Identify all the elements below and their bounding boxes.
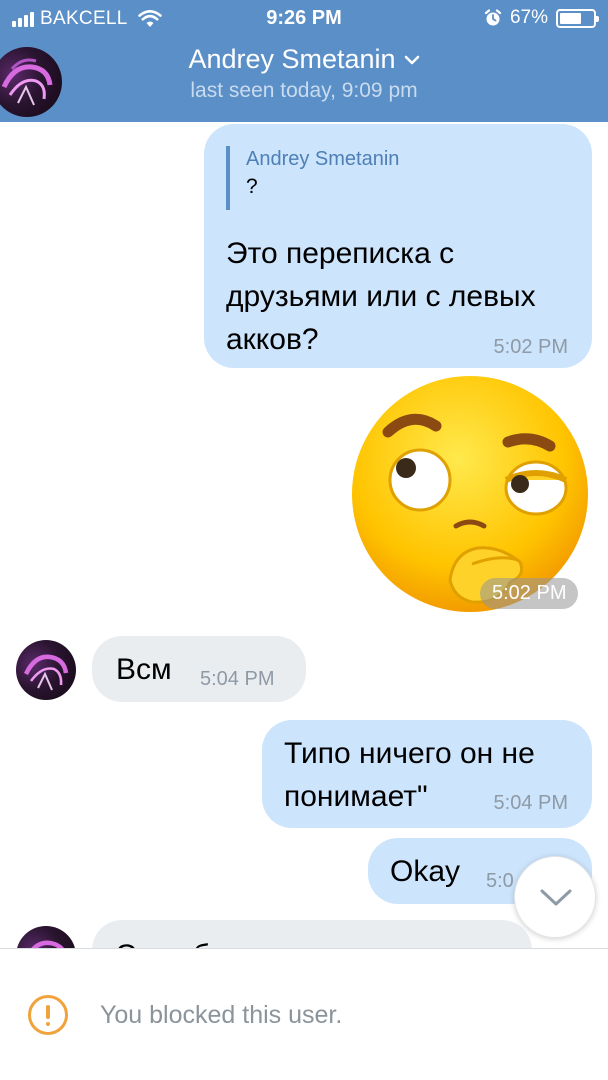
alarm-icon — [484, 9, 502, 26]
chevron-down-icon — [540, 889, 572, 906]
message-bubble-outgoing[interactable]: Andrey Smetanin ? Это переписка с друзья… — [204, 124, 592, 368]
message-time: 5:0 — [486, 870, 514, 892]
reply-author: Andrey Smetanin — [246, 148, 400, 170]
message-bubble-incoming[interactable]: Это обычные люди — [92, 920, 532, 948]
contact-name-row[interactable]: Andrey Smetanin — [188, 44, 419, 75]
message-line: акков? — [226, 323, 319, 356]
message-line: Это переписка с — [226, 237, 455, 270]
avatar-art — [23, 654, 69, 691]
message-text: Это обычные люди — [116, 934, 384, 948]
contact-name: Andrey Smetanin — [188, 44, 396, 74]
chat-title[interactable]: Andrey Smetanin last seen today, 9:09 pm — [0, 44, 608, 103]
message-text: Okay — [390, 855, 461, 888]
message-feed[interactable]: Andrey Smetanin ? Это переписка с друзья… — [0, 122, 608, 948]
blocked-footer: You blocked this user. — [0, 948, 608, 1080]
chat-header: BAKCELL 9:26 PM 67% Andrey Smetanin last… — [0, 0, 608, 122]
status-bar-right: 67% — [484, 7, 599, 29]
message-line: друзьями или с левых — [226, 280, 536, 313]
message-bubble-outgoing[interactable]: Типо ничего он не понимает" 5:04 PM — [262, 720, 592, 828]
message-bubble-incoming[interactable]: Всм 5:04 PM — [92, 636, 306, 702]
message-text: Это переписка с друзьями или с левых акк… — [226, 232, 536, 361]
reply-text: ? — [246, 175, 258, 198]
battery-level — [560, 12, 582, 24]
scroll-to-bottom-button[interactable] — [514, 856, 596, 938]
message-time: 5:04 PM — [200, 668, 275, 690]
sender-avatar[interactable] — [16, 640, 76, 700]
alert-circle-icon — [28, 995, 68, 1035]
reply-quote[interactable]: Andrey Smetanin ? — [226, 146, 399, 210]
message-text: Всм — [116, 653, 172, 686]
last-seen-status: last seen today, 9:09 pm — [190, 79, 418, 102]
message-time: 5:02 PM — [493, 336, 568, 358]
avatar-art — [31, 940, 64, 948]
chevron-down-icon — [404, 55, 419, 64]
contact-avatar[interactable] — [0, 47, 62, 117]
battery-percent: 67% — [509, 7, 548, 28]
message-line: Типо ничего он не — [284, 737, 535, 770]
sticker-time: 5:02 PM — [480, 578, 579, 609]
blocked-notice: You blocked this user. — [100, 1001, 343, 1029]
sender-avatar[interactable] — [16, 926, 76, 948]
battery-icon — [556, 8, 599, 28]
avatar-art — [1, 58, 53, 106]
status-bar: BAKCELL 9:26 PM 67% — [0, 0, 608, 38]
message-time: 5:04 PM — [493, 792, 568, 814]
